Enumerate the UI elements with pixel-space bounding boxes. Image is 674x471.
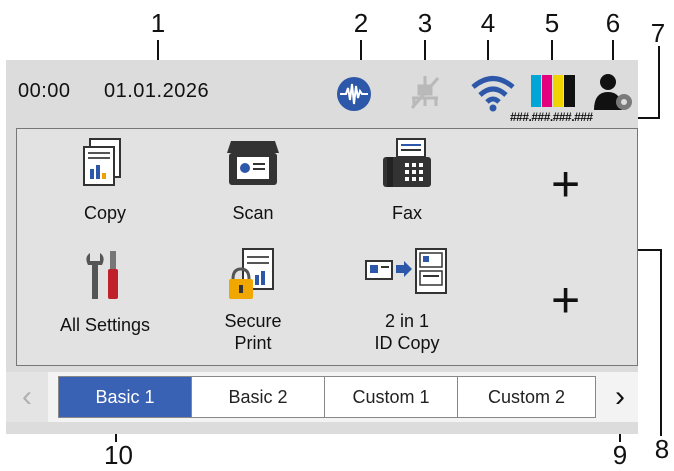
shortcut-panel: Copy Scan Fax + All Settings Secure Prin… [16,128,638,366]
user-settings-icon[interactable] [592,72,634,112]
scan-button[interactable]: Scan [193,137,313,224]
id-copy-icon [365,248,447,294]
clock-time: 00:00 [18,80,71,102]
all-settings-label: All Settings [59,315,151,335]
callout-1: 1 [150,8,166,38]
wired-lan-off-icon[interactable] [408,72,442,112]
all-settings-button[interactable]: All Settings [45,247,165,336]
copy-button[interactable]: Copy [45,137,165,224]
callout-10: 10 [104,440,133,470]
id-copy-button[interactable]: 2 in 1 ID Copy [347,247,467,354]
wave-status-icon[interactable] [336,76,372,112]
secure-print-button[interactable]: Secure Print [193,247,313,354]
toner-icon[interactable] [530,74,576,108]
next-page-button[interactable]: › [602,372,638,422]
tab-list: Basic 1 Basic 2 Custom 1 Custom 2 [58,376,596,418]
id-copy-label-2: ID Copy [374,333,440,353]
callout-line-8a [660,250,662,436]
secure-print-icon [229,248,274,299]
fax-button[interactable]: Fax [347,137,467,224]
secure-print-label-2: Print [234,333,272,353]
callout-line-8b [636,249,662,251]
secure-print-label-1: Secure [224,311,282,331]
tab-basic-2[interactable]: Basic 2 [192,377,325,417]
wifi-icon[interactable] [470,74,516,112]
callout-2: 2 [353,8,369,38]
add-shortcut-button-2[interactable]: + [551,271,580,329]
callout-6: 6 [605,8,621,38]
copy-icon [83,138,121,186]
fax-icon [383,138,431,187]
tab-custom-1[interactable]: Custom 1 [325,377,458,417]
callout-8: 8 [654,434,670,464]
chevron-left-icon: ‹ [22,380,32,413]
ip-address: ###.###.###.### [510,110,593,124]
clock-date: 01.01.2026 [104,80,210,102]
add-shortcut-button-1[interactable]: + [551,155,580,213]
scan-label: Scan [232,203,274,223]
callout-9: 9 [612,440,628,470]
tools-icon [86,251,118,299]
callout-line-7a [658,46,660,118]
prev-page-button[interactable]: ‹ [6,372,48,422]
tab-bar: ‹ Basic 1 Basic 2 Custom 1 Custom 2 › [6,372,638,422]
callout-4: 4 [480,8,496,38]
status-bar: 00:00 01.01.2026 ###.###.###.### [6,60,638,124]
id-copy-label-1: 2 in 1 [384,311,430,331]
callout-3: 3 [417,8,433,38]
callout-7: 7 [650,18,666,48]
scan-icon [227,141,279,185]
touchscreen: 00:00 01.01.2026 ###.###.###.### Copy Sc… [6,60,638,434]
chevron-right-icon: › [615,380,625,413]
copy-label: Copy [83,203,127,223]
tab-basic-1[interactable]: Basic 1 [59,377,192,417]
fax-label: Fax [391,203,422,223]
tab-custom-2[interactable]: Custom 2 [458,377,595,417]
callout-5: 5 [544,8,560,38]
